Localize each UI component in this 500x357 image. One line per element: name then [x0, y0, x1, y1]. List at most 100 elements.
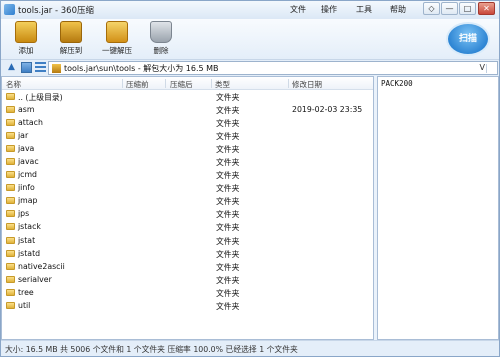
table-row[interactable]: jmap 文件夹 [2, 195, 373, 208]
add-button-label: 添加 [18, 46, 34, 55]
folder-icon [6, 302, 15, 309]
status-bar: 大小: 16.5 MB 共 5006 个文件和 1 个文件夹 压缩率 100.0… [1, 340, 499, 356]
column-modified[interactable]: 修改日期 [292, 79, 322, 90]
table-row[interactable]: jstatd 文件夹 [2, 247, 373, 260]
file-name: javac [18, 156, 39, 166]
file-name: native2ascii [18, 261, 65, 271]
folder-icon [6, 262, 15, 270]
archive-icon [52, 64, 61, 73]
folder-up-icon [6, 92, 15, 100]
folder-icon [6, 210, 15, 218]
table-row[interactable]: jcmd 文件夹 [2, 169, 373, 182]
path-field[interactable]: tools.jar\sun\tools - 解包大小为 16.5 MB V [48, 61, 498, 75]
extract-to-button[interactable]: 解压到 [53, 21, 89, 56]
parent-dir-row[interactable]: .. (上级目录) 文件夹 [2, 90, 373, 103]
add-button[interactable]: 添加 [11, 21, 41, 56]
one-click-extract-button-label: 一键解压 [102, 46, 132, 55]
file-type: 文件夹 [216, 144, 240, 154]
table-row[interactable]: native2ascii 文件夹 [2, 260, 373, 273]
file-type: 文件夹 [216, 105, 240, 115]
file-type: 文件夹 [216, 197, 240, 207]
table-row[interactable]: jstack 文件夹 [2, 221, 373, 234]
file-name: java [18, 143, 35, 153]
folder-icon [6, 197, 15, 205]
skin-button[interactable]: ◇ [423, 2, 440, 15]
table-row[interactable]: attach 文件夹 [2, 116, 373, 129]
column-size-before[interactable]: 压缩前 [126, 79, 149, 90]
menu-tools[interactable]: 工具 [356, 4, 372, 15]
folder-icon [6, 157, 15, 165]
column-divider[interactable] [288, 79, 289, 88]
folder-icon [6, 275, 15, 283]
folder-icon [6, 105, 15, 113]
table-row[interactable]: jps 文件夹 [2, 208, 373, 221]
table-row[interactable]: java 文件夹 [2, 142, 373, 155]
column-type[interactable]: 类型 [215, 79, 230, 90]
file-type: 文件夹 [216, 236, 240, 246]
one-click-extract-button[interactable]: 一键解压 [97, 21, 137, 56]
comment-pane[interactable]: PACK200 [377, 76, 499, 340]
file-name: jcmd [18, 170, 37, 180]
table-row[interactable]: serialver 文件夹 [2, 273, 373, 286]
file-type: 文件夹 [216, 288, 240, 298]
table-row[interactable]: util 文件夹 [2, 300, 373, 313]
menu-operate[interactable]: 操作 [321, 4, 337, 15]
column-header: 名称 压缩前 压缩后 类型 修改日期 [2, 77, 373, 90]
table-row[interactable]: javac 文件夹 [2, 155, 373, 168]
column-name[interactable]: 名称 [6, 79, 21, 90]
file-date: 2019-02-03 23:35 [292, 104, 363, 114]
column-divider[interactable] [122, 79, 123, 88]
extract-to-icon [60, 21, 82, 43]
address-bar: ▲ tools.jar\sun\tools - 解包大小为 16.5 MB V [1, 59, 499, 76]
delete-button[interactable]: 删除 [146, 21, 176, 56]
column-divider[interactable] [165, 79, 166, 88]
minimize-button[interactable]: — [441, 2, 458, 15]
large-icons-view-icon[interactable] [21, 62, 32, 73]
file-name: attach [18, 117, 43, 127]
extract-to-button-label: 解压到 [59, 46, 83, 55]
file-type: 文件夹 [216, 171, 240, 181]
scan-button[interactable]: 扫描 [446, 22, 490, 56]
file-name: tree [18, 287, 34, 297]
table-row[interactable]: tree 文件夹 [2, 286, 373, 299]
file-name: asm [18, 104, 35, 114]
list-view-icon[interactable] [35, 62, 46, 73]
one-click-extract-icon [106, 21, 128, 43]
column-divider[interactable] [211, 79, 212, 88]
file-name: jar [18, 130, 29, 140]
title-bar: tools.jar - 360压缩 文件 操作 工具 帮助 ◇ — □ ✕ [1, 1, 499, 19]
app-window: tools.jar - 360压缩 文件 操作 工具 帮助 ◇ — □ ✕ 添加… [0, 0, 500, 357]
table-row[interactable]: asm 文件夹 2019-02-03 23:35 [2, 103, 373, 116]
file-type: 文件夹 [216, 210, 240, 220]
file-type: 文件夹 [216, 118, 240, 128]
folder-icon [6, 131, 15, 139]
table-row[interactable]: jstat 文件夹 [2, 234, 373, 247]
table-row[interactable]: jar 文件夹 [2, 129, 373, 142]
file-type: 文件夹 [216, 262, 240, 272]
path-text: tools.jar\sun\tools - 解包大小为 16.5 MB [64, 64, 219, 73]
folder-icon [6, 223, 15, 231]
path-dropdown-button[interactable]: V [480, 63, 485, 72]
file-name: jmap [18, 196, 38, 206]
menu-file[interactable]: 文件 [290, 4, 306, 15]
table-row[interactable]: jinfo 文件夹 [2, 182, 373, 195]
file-type: 文件夹 [216, 131, 240, 141]
maximize-button[interactable]: □ [459, 2, 476, 15]
trash-icon [150, 21, 172, 43]
close-button[interactable]: ✕ [478, 2, 495, 15]
column-size-after[interactable]: 压缩后 [170, 79, 193, 90]
menu-help[interactable]: 帮助 [390, 4, 406, 15]
app-logo-icon [4, 4, 15, 15]
delete-button-label: 删除 [153, 46, 169, 55]
up-arrow-icon[interactable]: ▲ [6, 62, 17, 73]
add-archive-icon [15, 21, 37, 43]
folder-icon [6, 236, 15, 244]
file-type: 文件夹 [216, 249, 240, 259]
file-type: 文件夹 [216, 184, 240, 194]
folder-icon [6, 288, 15, 296]
window-title: tools.jar - 360压缩 [18, 6, 94, 16]
folder-icon [6, 118, 15, 126]
file-name: serialver [18, 274, 52, 284]
folder-icon [6, 249, 15, 257]
file-type: 文件夹 [216, 275, 240, 285]
